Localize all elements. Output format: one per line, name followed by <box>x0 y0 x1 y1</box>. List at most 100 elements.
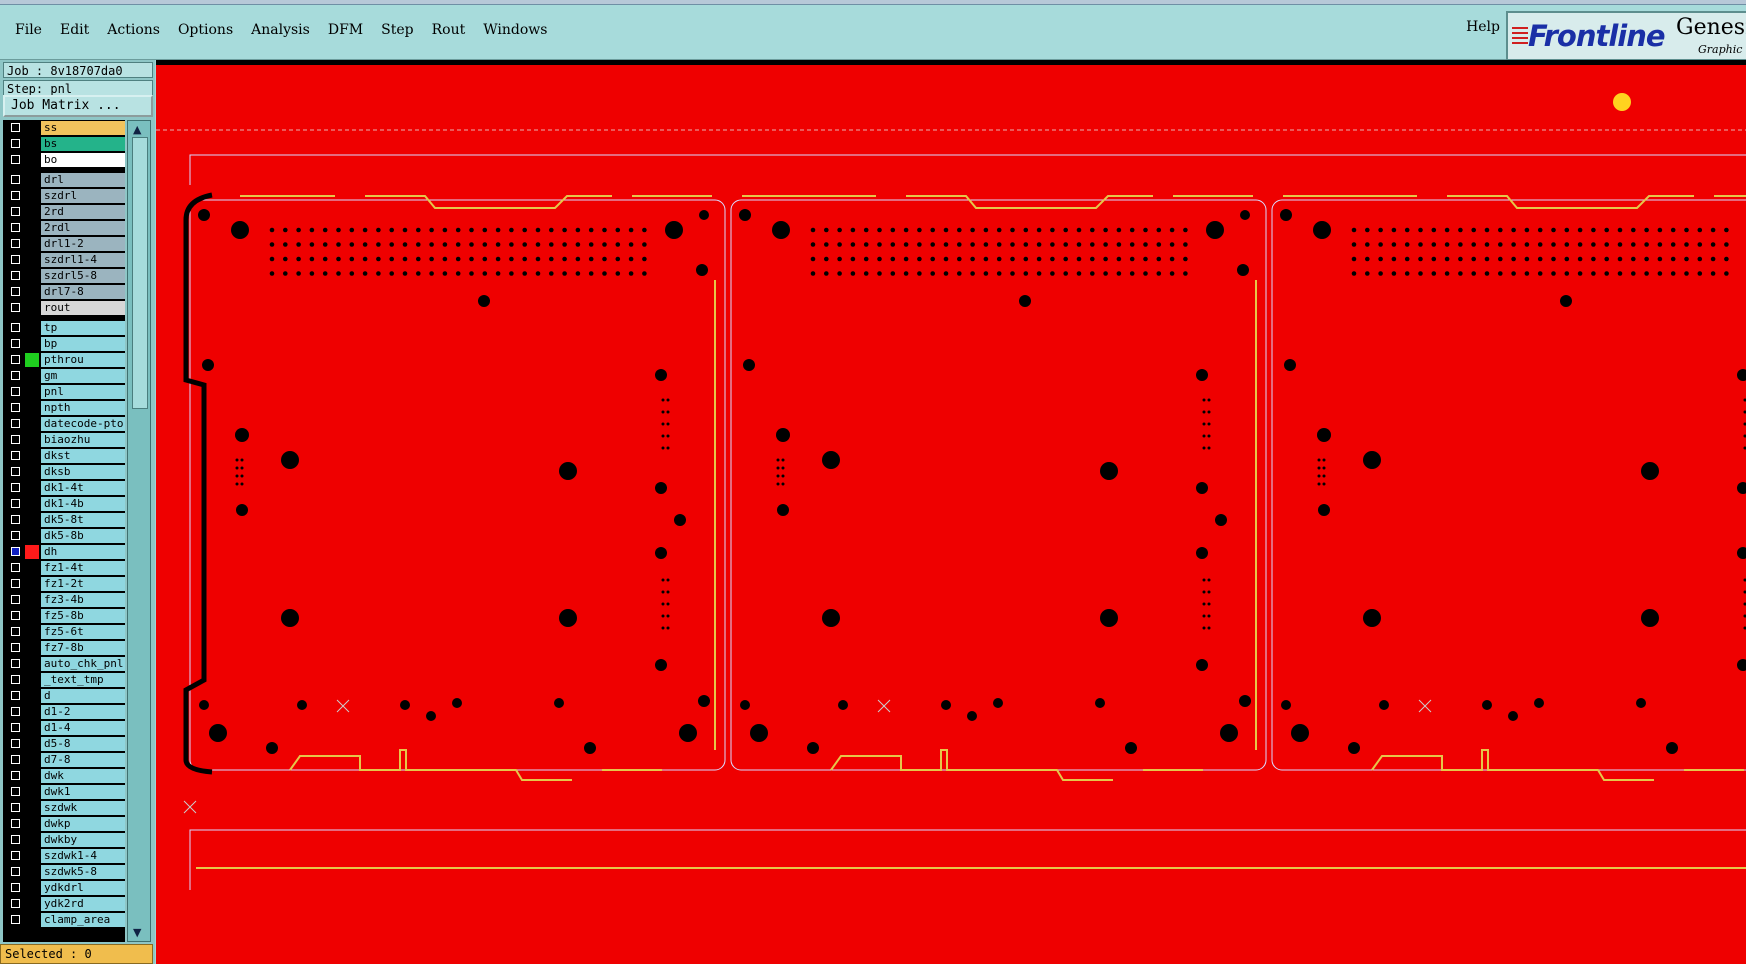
menu-options[interactable]: Options <box>169 22 242 38</box>
layer-name[interactable]: bo <box>41 153 125 167</box>
layer-name[interactable]: _text_tmp <box>41 673 125 687</box>
layer-checkbox[interactable] <box>11 287 20 296</box>
layer-checkbox[interactable] <box>11 643 20 652</box>
layer-name[interactable]: szdrl5-8 <box>41 269 125 283</box>
layer-name[interactable]: ydkdrl <box>41 881 125 895</box>
layer-row[interactable]: d <box>3 688 125 704</box>
layer-checkbox[interactable] <box>11 451 20 460</box>
layer-row[interactable]: bp <box>3 336 125 352</box>
layer-row[interactable]: pnl <box>3 384 125 400</box>
layer-row[interactable]: fz3-4b <box>3 592 125 608</box>
layer-name[interactable]: dk5-8b <box>41 529 125 543</box>
layer-row[interactable]: bo <box>3 152 125 168</box>
layer-name[interactable]: szdrl1-4 <box>41 253 125 267</box>
layer-name[interactable]: 2rd <box>41 205 125 219</box>
layer-checkbox[interactable] <box>11 303 20 312</box>
menu-actions[interactable]: Actions <box>98 22 169 38</box>
layer-checkbox[interactable] <box>11 835 20 844</box>
layer-row[interactable]: szdrl5-8 <box>3 268 125 284</box>
layer-row[interactable]: ss <box>3 120 125 136</box>
layer-row[interactable]: pthrou <box>3 352 125 368</box>
layer-row[interactable]: fz1-2t <box>3 576 125 592</box>
layer-checkbox[interactable] <box>11 155 20 164</box>
layer-name[interactable]: 2rdl <box>41 221 125 235</box>
layer-checkbox[interactable] <box>11 339 20 348</box>
layer-name[interactable]: clamp_area <box>41 913 125 927</box>
layer-name[interactable]: szdrl <box>41 189 125 203</box>
layer-name[interactable]: fz5-6t <box>41 625 125 639</box>
layer-row[interactable]: d1-4 <box>3 720 125 736</box>
layer-row[interactable]: szdrl1-4 <box>3 252 125 268</box>
layer-row[interactable]: gm <box>3 368 125 384</box>
menu-dfm[interactable]: DFM <box>319 22 372 38</box>
layer-row[interactable]: auto_chk_pnl <box>3 656 125 672</box>
job-matrix-button[interactable]: Job Matrix ... <box>3 95 153 117</box>
layer-name[interactable]: datecode-pto <box>41 417 125 431</box>
layer-name[interactable]: dk1-4b <box>41 497 125 511</box>
layer-row[interactable]: d5-8 <box>3 736 125 752</box>
layer-checkbox[interactable] <box>11 175 20 184</box>
layer-row[interactable]: dh <box>3 544 125 560</box>
layer-name[interactable]: dwkp <box>41 817 125 831</box>
layer-name[interactable]: dh <box>41 545 125 559</box>
layer-checkbox[interactable] <box>11 255 20 264</box>
layer-name[interactable]: d1-4 <box>41 721 125 735</box>
layer-checkbox[interactable] <box>11 207 20 216</box>
layer-row[interactable]: szdwk5-8 <box>3 864 125 880</box>
layer-row[interactable]: szdrl <box>3 188 125 204</box>
layer-name[interactable]: dwkby <box>41 833 125 847</box>
layer-checkbox[interactable] <box>11 191 20 200</box>
pcb-panel-view[interactable] <box>156 60 1746 964</box>
layer-row[interactable]: dwkby <box>3 832 125 848</box>
layer-row[interactable]: fz7-8b <box>3 640 125 656</box>
layer-checkbox[interactable] <box>11 547 20 556</box>
layer-row[interactable]: ydkdrl <box>3 880 125 896</box>
layer-name[interactable]: gm <box>41 369 125 383</box>
layer-checkbox[interactable] <box>11 723 20 732</box>
layer-checkbox[interactable] <box>11 239 20 248</box>
layer-row[interactable]: szdwk <box>3 800 125 816</box>
layer-checkbox[interactable] <box>11 691 20 700</box>
layer-checkbox[interactable] <box>11 739 20 748</box>
menu-help[interactable]: Help <box>1466 19 1500 35</box>
scroll-thumb[interactable] <box>132 137 148 409</box>
layer-row[interactable]: drl1-2 <box>3 236 125 252</box>
layer-checkbox[interactable] <box>11 467 20 476</box>
layer-row[interactable]: fz5-6t <box>3 624 125 640</box>
layer-row[interactable]: rout <box>3 300 125 316</box>
layer-checkbox[interactable] <box>11 323 20 332</box>
graphic-canvas[interactable] <box>156 60 1746 964</box>
layer-checkbox[interactable] <box>11 787 20 796</box>
layer-name[interactable]: ss <box>41 121 125 135</box>
menu-analysis[interactable]: Analysis <box>242 22 319 38</box>
layer-name[interactable]: bs <box>41 137 125 151</box>
layer-name[interactable]: biaozhu <box>41 433 125 447</box>
layer-row[interactable]: dwk1 <box>3 784 125 800</box>
layer-name[interactable]: drl <box>41 173 125 187</box>
menu-rout[interactable]: Rout <box>423 22 475 38</box>
layer-row[interactable]: fz5-8b <box>3 608 125 624</box>
menu-step[interactable]: Step <box>372 22 422 38</box>
layer-checkbox[interactable] <box>11 355 20 364</box>
layer-color-swatch[interactable] <box>25 353 39 367</box>
layer-checkbox[interactable] <box>11 867 20 876</box>
layer-checkbox[interactable] <box>11 435 20 444</box>
layer-checkbox[interactable] <box>11 851 20 860</box>
layer-row[interactable]: ydk2rd <box>3 896 125 912</box>
layer-checkbox[interactable] <box>11 579 20 588</box>
layer-name[interactable]: d1-2 <box>41 705 125 719</box>
layer-name[interactable]: szdwk1-4 <box>41 849 125 863</box>
layer-row[interactable]: drl7-8 <box>3 284 125 300</box>
layer-name[interactable]: auto_chk_pnl <box>41 657 125 671</box>
layer-checkbox[interactable] <box>11 531 20 540</box>
layer-row[interactable]: dwk <box>3 768 125 784</box>
layer-row[interactable]: dkst <box>3 448 125 464</box>
layer-row[interactable]: datecode-pto <box>3 416 125 432</box>
layer-name[interactable]: dkst <box>41 449 125 463</box>
layer-name[interactable]: dwk <box>41 769 125 783</box>
layer-name[interactable]: fz7-8b <box>41 641 125 655</box>
layer-checkbox[interactable] <box>11 139 20 148</box>
layer-checkbox[interactable] <box>11 819 20 828</box>
layer-row[interactable]: d1-2 <box>3 704 125 720</box>
layer-name[interactable]: fz5-8b <box>41 609 125 623</box>
